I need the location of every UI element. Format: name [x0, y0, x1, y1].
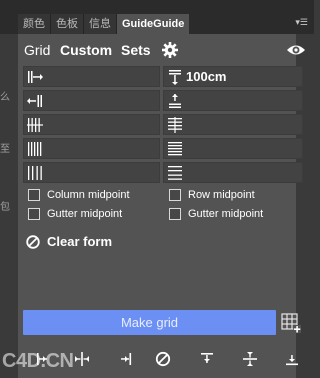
make-grid-button[interactable]: Make grid: [23, 310, 276, 335]
columns-field[interactable]: [23, 114, 160, 135]
eye-icon[interactable]: [286, 41, 306, 59]
margin-top-field[interactable]: 100cm: [163, 66, 303, 87]
gear-icon[interactable]: [161, 41, 179, 59]
margin-right-icon: [27, 95, 42, 107]
guide-bottom-icon[interactable]: [284, 351, 300, 367]
margin-left-field[interactable]: [23, 66, 160, 87]
clear-form-label: Clear form: [47, 234, 113, 249]
watermark: C4D.CN: [2, 350, 74, 372]
row-gutter-midpoint-checkbox[interactable]: Gutter midpoint: [169, 206, 299, 222]
row-height-field[interactable]: [163, 138, 303, 159]
column-width-field[interactable]: [23, 138, 160, 159]
margin-top-value: 100cm: [186, 69, 227, 84]
checkbox-box[interactable]: [169, 189, 181, 201]
rows-icon: [168, 117, 182, 133]
left-edge-char: 至: [0, 144, 10, 155]
column-gutter-field[interactable]: [23, 162, 160, 183]
column-width-icon: [28, 142, 42, 156]
margin-right-field[interactable]: [23, 90, 160, 111]
nav-custom[interactable]: Custom: [60, 40, 112, 60]
guide-vertical-midpoint-icon[interactable]: [74, 351, 90, 367]
checkbox-box[interactable]: [28, 208, 40, 220]
margin-bottom-field[interactable]: [163, 90, 303, 111]
column-midpoint-label: Column midpoint: [47, 189, 130, 201]
mode-nav: Grid Custom Sets: [23, 40, 306, 62]
row-midpoint-checkbox[interactable]: Row midpoint: [169, 187, 299, 203]
rows-field[interactable]: [163, 114, 303, 135]
left-edge-char: 么: [0, 92, 10, 103]
gutter-midpoint-label: Gutter midpoint: [47, 208, 123, 220]
column-gutter-icon: [28, 166, 42, 180]
make-grid-label: Make grid: [120, 315, 179, 330]
margin-top-icon: [169, 70, 181, 85]
clear-icon: [26, 235, 40, 249]
left-edge-char: 包: [0, 202, 10, 213]
checkbox-box[interactable]: [169, 208, 181, 220]
column-gutter-midpoint-checkbox[interactable]: Gutter midpoint: [28, 206, 158, 222]
tab-color[interactable]: 颜色: [18, 14, 51, 34]
row-midpoint-label: Row midpoint: [188, 189, 255, 201]
tab-guideguide[interactable]: GuideGuide: [117, 14, 190, 34]
row-gutter-icon: [168, 166, 182, 180]
guide-right-icon[interactable]: [117, 351, 133, 367]
row-height-icon: [168, 142, 182, 156]
panel-menu-icon[interactable]: ▾☰: [294, 16, 308, 28]
tab-swatches[interactable]: 色板: [51, 14, 84, 34]
clear-guides-icon[interactable]: [155, 351, 171, 367]
columns-icon: [27, 118, 43, 132]
clear-form-button[interactable]: Clear form: [25, 233, 135, 251]
guide-top-icon[interactable]: [199, 351, 215, 367]
guide-horizontal-midpoint-icon[interactable]: [242, 351, 258, 367]
tab-info[interactable]: 信息: [84, 14, 117, 34]
checkbox-box[interactable]: [28, 189, 40, 201]
margin-left-icon: [28, 71, 43, 83]
panel-tabs: 颜色 色板 信息 GuideGuide: [18, 14, 190, 34]
gutter-midpoint-label: Gutter midpoint: [188, 208, 264, 220]
grid-plus-icon[interactable]: [279, 311, 301, 333]
margin-bottom-icon: [169, 94, 181, 108]
nav-sets[interactable]: Sets: [121, 40, 151, 60]
row-gutter-field[interactable]: [163, 162, 303, 183]
nav-grid[interactable]: Grid: [24, 40, 50, 60]
column-midpoint-checkbox[interactable]: Column midpoint: [28, 187, 158, 203]
